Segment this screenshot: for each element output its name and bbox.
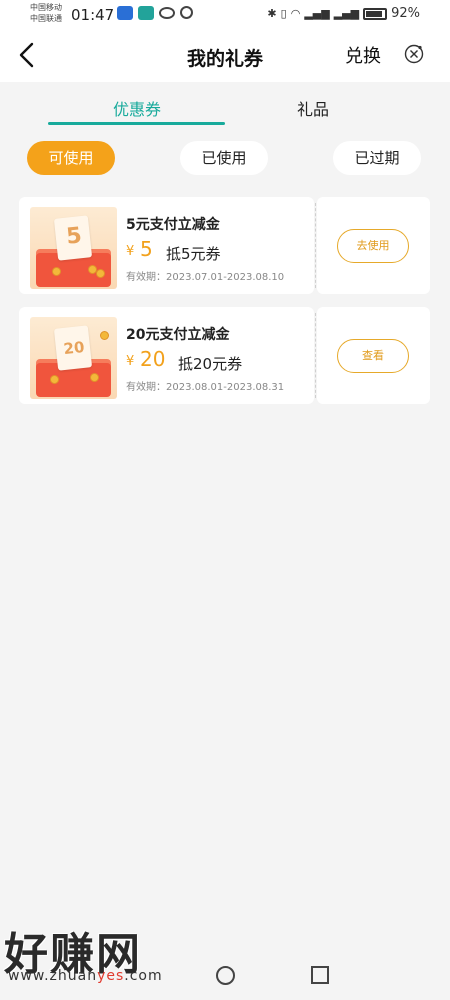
coin-icon [100, 331, 109, 340]
status-time: 01:47 [71, 6, 115, 24]
coupon-validity: 有效期：2023.07.01-2023.08.10 [126, 272, 285, 283]
coin-icon [90, 373, 99, 382]
redeem-button[interactable]: 兑换 [345, 42, 381, 68]
coupon-validity: 有效期：2023.08.01-2023.08.31 [126, 382, 285, 393]
coupon-thumbnail: 5 [30, 207, 117, 289]
view-coupon-button[interactable]: 查看 [337, 339, 409, 373]
tab-coupons[interactable]: 优惠券 [113, 96, 161, 120]
signal-icon: ▂▄▆ [333, 7, 360, 20]
close-circle-icon [404, 44, 424, 64]
watermark-url-suffix: .com [124, 968, 163, 984]
thumbnail-amount: 5 [65, 223, 83, 250]
coupon-info: 5 5元支付立减金 ¥ 5 抵5元券 有效期：2023.07.01-2023.0… [19, 197, 314, 294]
coin-icon [50, 375, 59, 384]
carrier-2: 中国联通 [30, 14, 62, 23]
system-icons: ✱ ▯ ◠ ▂▄▆ ▂▄▆ 92% [267, 6, 420, 21]
filter-usable[interactable]: 可使用 [27, 141, 115, 175]
category-tabs: 优惠券 礼品 [0, 82, 450, 128]
coin-icon [52, 267, 61, 276]
coupon-name: 5元支付立减金 [126, 217, 220, 233]
watermark-url: www.zhuanyes.com [8, 968, 163, 984]
carrier-1: 中国移动 [30, 3, 62, 12]
thumbnail-amount: 20 [62, 337, 86, 359]
notification-icons [117, 6, 193, 20]
app-notification-icon [138, 6, 154, 20]
coupon-thumbnail: 20 [30, 317, 117, 399]
carrier-info: 中国移动 中国联通 [30, 2, 62, 24]
close-button[interactable] [404, 44, 424, 64]
coupon-name: 20元支付立减金 [126, 327, 230, 343]
coupon-card: 20 20元支付立减金 ¥ 20 抵20元券 有效期：2023.08.01-20… [19, 307, 430, 404]
battery-percent: 92% [391, 6, 420, 21]
dashed-divider [315, 203, 316, 288]
wifi-icon: ◠ [290, 7, 301, 20]
dashed-divider [315, 313, 316, 398]
signal-icon: ▂▄▆ [304, 7, 330, 20]
coin-icon [96, 269, 105, 278]
coupon-info: 20 20元支付立减金 ¥ 20 抵20元券 有效期：2023.08.01-20… [19, 307, 314, 404]
page-title: 我的礼券 [186, 48, 263, 70]
filter-used[interactable]: 已使用 [180, 141, 268, 175]
coupon-description: 抵5元券 [166, 245, 221, 263]
eye-icon [159, 7, 175, 19]
alarm-icon [180, 6, 193, 19]
use-coupon-button[interactable]: 去使用 [337, 229, 409, 263]
active-tab-indicator [48, 122, 225, 125]
coupon-action-area: 去使用 [317, 197, 430, 294]
status-bar: 中国移动 中国联通 01:47 ✱ ▯ ◠ ▂▄▆ ▂▄▆ 92% [0, 0, 450, 30]
app-header: 我的礼券 兑换 [0, 30, 450, 82]
battery-icon [363, 7, 388, 20]
coupon-description: 抵20元券 [178, 355, 243, 373]
coupon-action-area: 查看 [317, 307, 430, 404]
app-notification-icon [117, 6, 133, 20]
home-button[interactable] [216, 966, 235, 985]
currency-symbol: ¥ [126, 354, 135, 369]
coupon-card: 5 5元支付立减金 ¥ 5 抵5元券 有效期：2023.07.01-2023.0… [19, 197, 430, 294]
filter-expired[interactable]: 已过期 [333, 141, 421, 175]
bluetooth-icon: ✱ [267, 7, 277, 20]
currency-symbol: ¥ [126, 244, 135, 259]
recent-apps-button[interactable] [311, 966, 329, 984]
watermark-url-highlight: yes [97, 968, 125, 984]
tab-gifts[interactable]: 礼品 [297, 96, 329, 120]
coupon-amount: 20 [140, 347, 166, 371]
coupon-amount: 5 [140, 237, 153, 261]
vibrate-icon: ▯ [280, 7, 287, 20]
watermark-url-prefix: www.zhuan [8, 968, 98, 984]
